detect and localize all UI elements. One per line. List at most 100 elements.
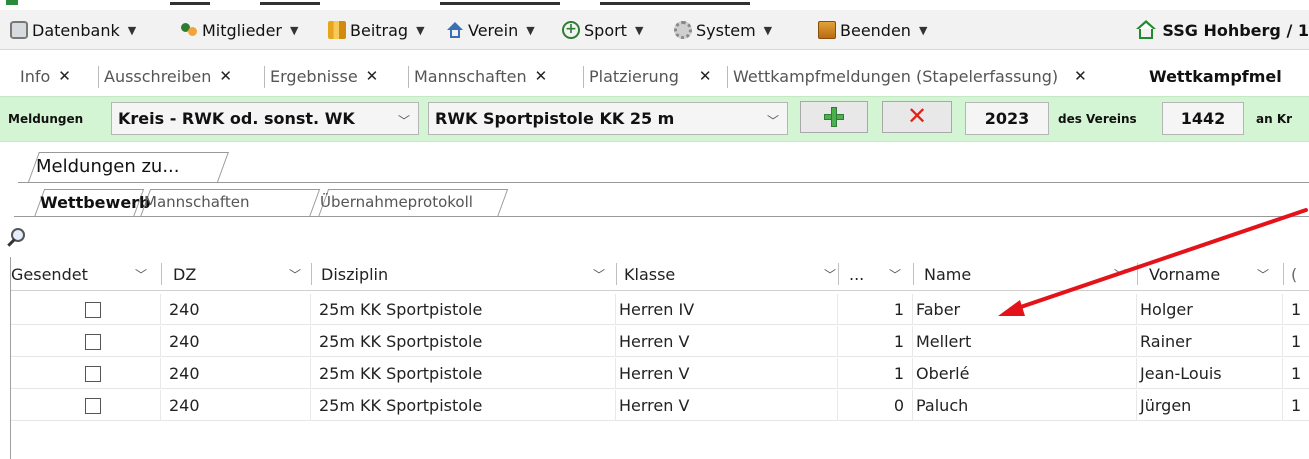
- tab-label: Ausschreiben: [104, 66, 212, 86]
- tab-separator: [98, 66, 99, 88]
- table-row[interactable]: 240 25m KK Sportpistole Herren IV 1 Fabe…: [11, 294, 1309, 325]
- sub-tabs: Wettbewerb Mannschaften Übernahmeprotoko…: [0, 187, 1309, 217]
- column-header-klasse[interactable]: Klasse ﹀: [624, 257, 844, 291]
- title-fragment: [170, 2, 210, 5]
- extra-cell: 1: [1291, 364, 1302, 383]
- tab-ausschreiben[interactable]: Ausschreiben ✕: [104, 60, 232, 92]
- vorname-cell: Holger: [1137, 294, 1283, 325]
- chevron-down-icon: ﹀: [1257, 267, 1270, 282]
- title-fragment: [600, 2, 750, 5]
- column-label: (: [1291, 264, 1298, 284]
- count-cell: 1: [838, 326, 913, 357]
- sent-checkbox[interactable]: [84, 397, 101, 414]
- sent-checkbox[interactable]: [84, 365, 101, 382]
- column-label: Name: [924, 264, 972, 284]
- tab-label: Ergebnisse: [270, 66, 358, 86]
- close-icon[interactable]: ✕: [58, 67, 71, 85]
- tab-mannschaften[interactable]: Mannschaften ✕: [414, 60, 547, 92]
- chevron-down-icon: ﹀: [135, 267, 148, 282]
- chevron-down-icon: ﹀: [397, 114, 410, 128]
- close-icon[interactable]: ✕: [535, 67, 548, 85]
- delete-button[interactable]: ✕: [882, 101, 952, 133]
- entries-grid: Gesendet ﹀ DZ ﹀ Disziplin ﹀ Klasse ﹀ ...…: [10, 257, 1309, 459]
- disziplin-cell: 25m KK Sportpistole: [311, 294, 616, 325]
- panel-tab-meldungen-zu[interactable]: Meldungen zu...: [28, 152, 229, 182]
- tab-ergebnisse[interactable]: Ergebnisse ✕: [270, 60, 378, 92]
- klasse-cell: Herren V: [616, 390, 838, 421]
- tab-separator: [727, 66, 728, 88]
- meldungen-label: Meldungen: [8, 112, 84, 126]
- tab-separator: [408, 66, 409, 88]
- club-name: SSG Hohberg / 1: [1162, 20, 1309, 40]
- title-fragment: [440, 2, 560, 5]
- name-cell: Paluch: [913, 390, 1137, 421]
- close-icon[interactable]: ✕: [1074, 67, 1087, 85]
- an-label: an Kr: [1256, 112, 1293, 126]
- tab-wettkampfmeldungen-stapel[interactable]: Wettkampfmeldungen (Stapelerfassung) ✕: [733, 60, 1087, 92]
- subtab-mannschaften[interactable]: Mannschaften: [144, 187, 250, 217]
- chevron-down-icon: ﹀: [824, 267, 837, 282]
- coins-icon: [328, 21, 346, 39]
- column-header-more-cut[interactable]: (: [1291, 257, 1309, 291]
- column-label: Vorname: [1149, 264, 1221, 284]
- window-title-strip: [0, 0, 1309, 10]
- subtabs-divider: [14, 216, 1309, 217]
- filter-toolbar: Meldungen Kreis - RWK od. sonst. WK ﹀ RW…: [0, 96, 1309, 142]
- column-header-vorname[interactable]: Vorname ﹀: [1149, 257, 1279, 291]
- close-icon[interactable]: ✕: [366, 67, 379, 85]
- sent-checkbox[interactable]: [84, 301, 101, 318]
- tab-platzierung[interactable]: Platzierung ✕: [589, 60, 711, 92]
- subtab-uebernahmeprotokoll[interactable]: Übernahmeprotokoll: [320, 187, 473, 217]
- tab-label: Platzierung: [589, 66, 679, 86]
- disziplin-cell: 25m KK Sportpistole: [311, 326, 616, 357]
- column-separator: [1137, 263, 1138, 285]
- year-field[interactable]: 2023: [965, 102, 1049, 135]
- column-header-more[interactable]: ... ﹀: [849, 257, 914, 291]
- count-cell: 1: [838, 358, 913, 389]
- column-header-dz[interactable]: DZ ﹀: [173, 257, 313, 291]
- dz-cell: 240: [161, 294, 311, 325]
- club-number-field[interactable]: 1442: [1162, 102, 1244, 135]
- disziplin-cell: 25m KK Sportpistole: [311, 358, 616, 389]
- add-button[interactable]: [800, 101, 868, 133]
- title-fragment: [260, 2, 320, 5]
- menu-label: Verein: [468, 20, 519, 40]
- name-cell: Oberlé: [913, 358, 1137, 389]
- menu-system[interactable]: System ▼: [674, 10, 772, 50]
- menu-sport[interactable]: + Sport ▼: [562, 10, 643, 50]
- sent-cell: [11, 358, 161, 389]
- column-header-name[interactable]: Name ﹀: [924, 257, 1136, 291]
- disziplin-cell: 25m KK Sportpistole: [311, 390, 616, 421]
- table-row[interactable]: 240 25m KK Sportpistole Herren V 0 Paluc…: [11, 390, 1309, 421]
- menu-mitglieder[interactable]: Mitglieder ▼: [180, 10, 298, 50]
- search-icon[interactable]: [6, 227, 28, 249]
- subtab-wettbewerb[interactable]: Wettbewerb: [40, 187, 151, 217]
- tab-wettkampfmeldungen[interactable]: Wettkampfmel: [1149, 60, 1282, 92]
- table-row[interactable]: 240 25m KK Sportpistole Herren V 1 Oberl…: [11, 358, 1309, 389]
- database-icon: [10, 21, 28, 39]
- name-cell: Mellert: [913, 326, 1137, 357]
- tab-label: Wettkampfmel: [1149, 66, 1282, 86]
- tab-info[interactable]: Info ✕: [20, 60, 71, 92]
- exit-icon: [818, 21, 836, 39]
- menu-verein[interactable]: Verein ▼: [446, 10, 535, 50]
- competition-select[interactable]: RWK Sportpistole KK 25 m ﹀: [428, 102, 788, 135]
- menu-label: Datenbank: [32, 20, 120, 40]
- search-row: [0, 224, 1309, 252]
- level-select[interactable]: Kreis - RWK od. sonst. WK ﹀: [111, 102, 419, 135]
- name-cell: Faber: [913, 294, 1137, 325]
- menu-beitrag[interactable]: Beitrag ▼: [328, 10, 425, 50]
- table-row[interactable]: 240 25m KK Sportpistole Herren V 1 Melle…: [11, 326, 1309, 357]
- menu-datenbank[interactable]: Datenbank ▼: [10, 10, 136, 50]
- menu-label: Beenden: [840, 20, 911, 40]
- column-header-gesendet[interactable]: Gesendet ﹀: [11, 257, 161, 291]
- chevron-down-icon: ﹀: [593, 267, 606, 282]
- chevron-down-icon: ﹀: [289, 267, 302, 282]
- column-label: Gesendet: [11, 264, 88, 284]
- column-header-disziplin[interactable]: Disziplin ﹀: [321, 257, 616, 291]
- des-vereins-label: des Vereins: [1058, 112, 1137, 126]
- sent-checkbox[interactable]: [84, 333, 101, 350]
- close-icon[interactable]: ✕: [699, 67, 712, 85]
- menu-beenden[interactable]: Beenden ▼: [818, 10, 927, 50]
- close-icon[interactable]: ✕: [219, 67, 232, 85]
